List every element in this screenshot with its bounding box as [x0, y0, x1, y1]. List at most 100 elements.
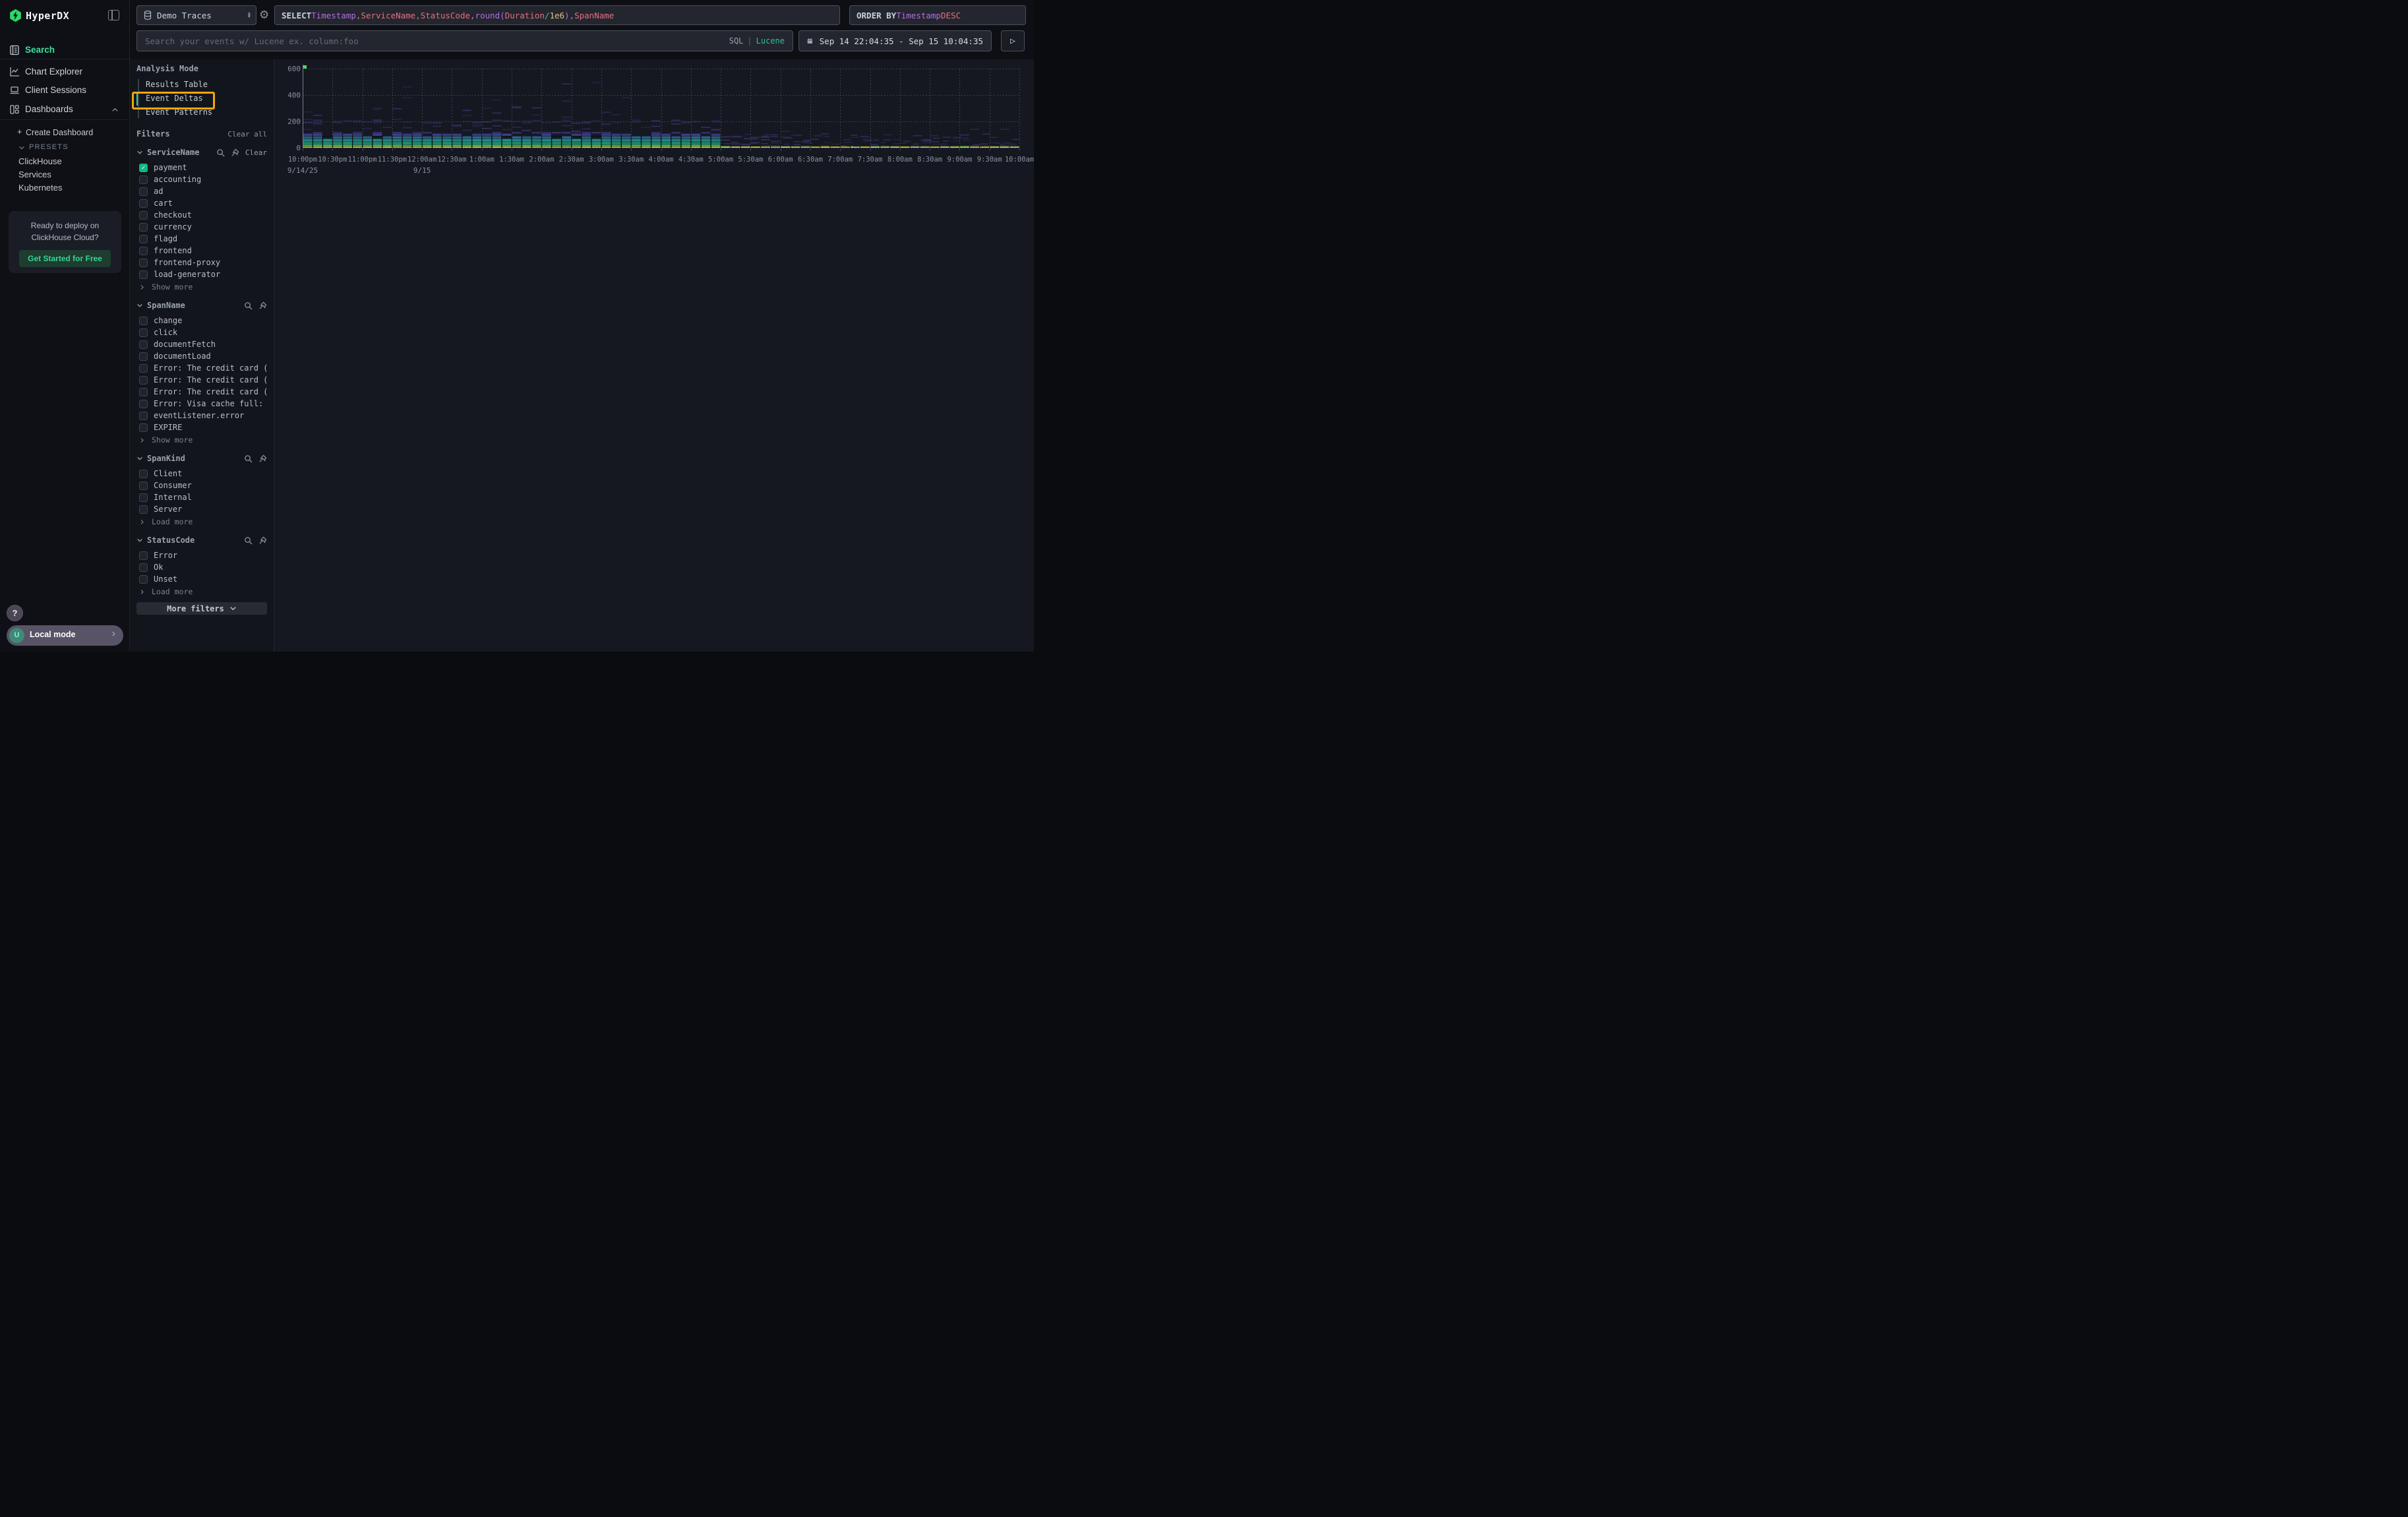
- search-icon[interactable]: [244, 454, 253, 463]
- filter-option-documentfetch[interactable]: documentFetch: [139, 338, 267, 350]
- time-range-picker[interactable]: Sep 14 22:04:35 - Sep 15 10:04:35: [798, 30, 992, 51]
- checkbox[interactable]: [139, 505, 148, 514]
- filter-option-error-the-credit-card[interactable]: Error: The credit card (…: [139, 374, 267, 386]
- search-icon[interactable]: [216, 148, 225, 157]
- pin-icon[interactable]: [231, 148, 239, 157]
- sidebar-presets-toggle[interactable]: PRESETS: [0, 142, 129, 154]
- filter-option-documentload[interactable]: documentLoad: [139, 350, 267, 362]
- filter-group-header[interactable]: StatusCode: [136, 535, 267, 545]
- source-select[interactable]: Demo Traces ▲▼: [136, 5, 256, 25]
- help-button[interactable]: ?: [7, 605, 23, 621]
- search-icon[interactable]: [244, 301, 253, 310]
- filter-option-expire[interactable]: EXPIRE: [139, 421, 267, 433]
- chevron-up-icon[interactable]: [111, 106, 119, 113]
- checkbox[interactable]: [139, 199, 148, 208]
- checkbox[interactable]: [139, 551, 148, 560]
- user-menu[interactable]: U Local mode ›: [7, 625, 123, 646]
- checkbox[interactable]: [139, 481, 148, 490]
- get-started-button[interactable]: Get Started for Free: [19, 250, 111, 267]
- checkbox[interactable]: [139, 187, 148, 196]
- run-query-button[interactable]: ▷: [1001, 30, 1025, 51]
- filter-option-server[interactable]: Server: [139, 503, 267, 515]
- checkbox[interactable]: [139, 563, 148, 572]
- checkbox[interactable]: [139, 376, 148, 385]
- sidebar-item-dashboards[interactable]: Dashboards: [0, 104, 129, 118]
- filter-option-consumer[interactable]: Consumer: [139, 480, 267, 491]
- order-by-input[interactable]: ORDER BY Timestamp DESC: [849, 5, 1026, 25]
- checkbox[interactable]: [139, 328, 148, 337]
- checkbox[interactable]: [139, 470, 148, 478]
- show-more-button[interactable]: Show more: [139, 282, 267, 292]
- sidebar-item-label: Create Dashboard: [26, 128, 93, 137]
- collapse-sidebar-icon[interactable]: [108, 10, 119, 20]
- checkbox[interactable]: [139, 235, 148, 243]
- sidebar-item-create-dashboard[interactable]: + Create Dashboard: [0, 127, 129, 139]
- filter-option-internal[interactable]: Internal: [139, 491, 267, 503]
- checkbox[interactable]: [139, 400, 148, 408]
- filter-option-ok[interactable]: Ok: [139, 561, 267, 573]
- filter-option-checkout[interactable]: checkout: [139, 209, 267, 221]
- pin-icon[interactable]: [258, 536, 267, 545]
- pin-icon[interactable]: [258, 301, 267, 310]
- language-toggle-lucene[interactable]: Lucene: [756, 36, 785, 46]
- filter-option-eventlistener-error[interactable]: eventListener.error: [139, 410, 267, 421]
- checkbox[interactable]: [139, 223, 148, 232]
- filter-option-click[interactable]: click: [139, 326, 267, 338]
- search-input[interactable]: Search your events w/ Lucene ex. column:…: [136, 30, 793, 51]
- duration-heatmap[interactable]: [303, 65, 1020, 152]
- select-query-input[interactable]: SELECT Timestamp, ServiceName, StatusCod…: [274, 5, 840, 25]
- sidebar-item-label: Dashboards: [25, 104, 73, 114]
- sidebar-item-services[interactable]: Services: [0, 170, 129, 181]
- filter-option-payment[interactable]: ✓payment: [139, 162, 267, 173]
- load-more-button[interactable]: Load more: [139, 516, 267, 527]
- load-more-button[interactable]: Load more: [139, 586, 267, 597]
- sidebar-item-kubernetes[interactable]: Kubernetes: [0, 183, 129, 195]
- language-toggle-sql[interactable]: SQL: [729, 36, 744, 46]
- filter-group-header[interactable]: SpanName: [136, 300, 267, 311]
- gear-icon[interactable]: ⚙: [259, 9, 269, 22]
- sidebar-item-search[interactable]: Search: [0, 44, 129, 59]
- checkbox[interactable]: [139, 364, 148, 373]
- checkbox[interactable]: [139, 575, 148, 584]
- checkbox[interactable]: [139, 270, 148, 279]
- checkbox[interactable]: [139, 247, 148, 255]
- filter-option-error-the-credit-card[interactable]: Error: The credit card (…: [139, 362, 267, 374]
- checkbox[interactable]: [139, 412, 148, 420]
- checkbox[interactable]: [139, 317, 148, 325]
- filter-option-load-generator[interactable]: load-generator: [139, 268, 267, 280]
- checkbox[interactable]: [139, 259, 148, 267]
- filter-group-header[interactable]: SpanKind: [136, 453, 267, 464]
- filter-option-change[interactable]: change: [139, 315, 267, 326]
- filter-option-frontend[interactable]: frontend: [139, 245, 267, 257]
- pin-icon[interactable]: [258, 454, 267, 463]
- clear-all-button[interactable]: Clear all: [227, 130, 267, 139]
- checkbox[interactable]: [139, 493, 148, 502]
- sidebar-item-client-sessions[interactable]: Client Sessions: [0, 84, 129, 99]
- filter-option-ad[interactable]: ad: [139, 185, 267, 197]
- checkbox[interactable]: [139, 352, 148, 361]
- filter-option-error-visa-cache-full[interactable]: Error: Visa cache full: …: [139, 398, 267, 410]
- checkbox[interactable]: [139, 388, 148, 396]
- filter-option-unset[interactable]: Unset: [139, 573, 267, 585]
- checkbox[interactable]: [139, 340, 148, 349]
- filter-option-flagd[interactable]: flagd: [139, 233, 267, 245]
- filter-option-cart[interactable]: cart: [139, 197, 267, 209]
- checkbox[interactable]: [139, 423, 148, 432]
- filter-option-frontend-proxy[interactable]: frontend-proxy: [139, 257, 267, 268]
- filter-option-accounting[interactable]: accounting: [139, 173, 267, 185]
- show-more-button[interactable]: Show more: [139, 435, 267, 445]
- filter-group-header[interactable]: ServiceNameClear: [136, 147, 267, 158]
- search-icon[interactable]: [244, 536, 253, 545]
- checkbox[interactable]: [139, 175, 148, 184]
- sidebar-item-chart-explorer[interactable]: Chart Explorer: [0, 66, 129, 80]
- sidebar-item-clickhouse[interactable]: ClickHouse: [0, 156, 129, 168]
- clear-button[interactable]: Clear: [245, 148, 267, 157]
- analysis-mode-option-results-table[interactable]: Results Table: [138, 78, 267, 92]
- more-filters-button[interactable]: More filters: [136, 602, 267, 615]
- checkbox[interactable]: ✓: [139, 164, 148, 172]
- filter-option-error-the-credit-card[interactable]: Error: The credit card (…: [139, 386, 267, 398]
- filter-option-error[interactable]: Error: [139, 549, 267, 561]
- checkbox[interactable]: [139, 211, 148, 220]
- filter-option-currency[interactable]: currency: [139, 221, 267, 233]
- filter-option-client[interactable]: Client: [139, 468, 267, 480]
